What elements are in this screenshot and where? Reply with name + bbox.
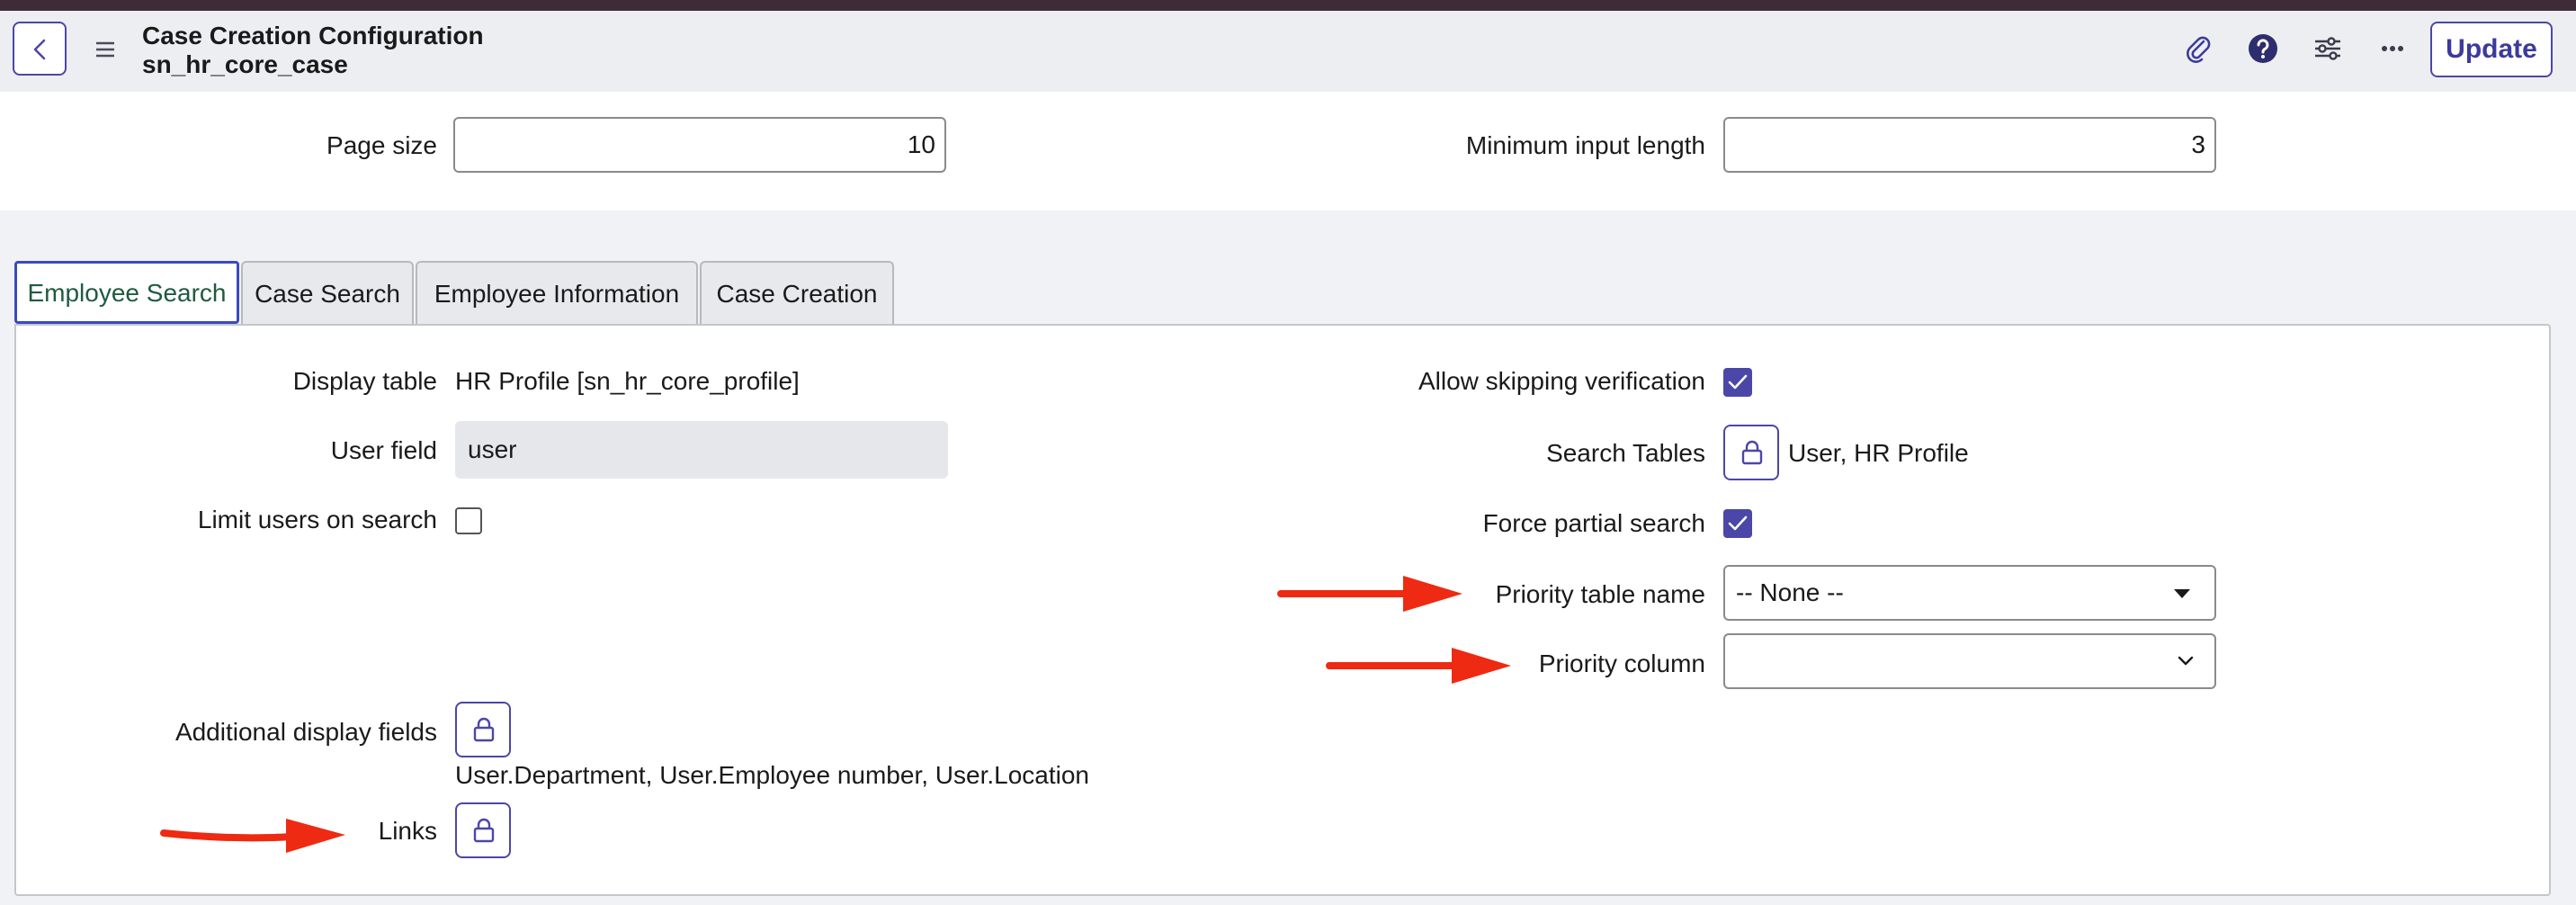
display-table-label: Display table: [292, 367, 437, 395]
min-input-length-label: Minimum input length: [1465, 131, 1705, 159]
annotation-arrow-links: [160, 813, 349, 856]
form-title: Case Creation Configuration: [142, 22, 484, 49]
allow-skipping-verification-checkbox[interactable]: [1723, 368, 1752, 397]
tab-employee-information[interactable]: Employee Information: [416, 261, 698, 324]
allow-skipping-verification-label: Allow skipping verification: [1418, 367, 1705, 395]
min-input-length-input[interactable]: 3: [1723, 117, 2216, 173]
priority-column-select[interactable]: [1723, 633, 2216, 689]
limit-users-label: Limit users on search: [197, 506, 437, 533]
user-field-label: User field: [330, 436, 437, 464]
display-table-value: HR Profile [sn_hr_core_profile]: [455, 367, 800, 395]
back-button[interactable]: [13, 22, 67, 76]
back-icon: [33, 39, 46, 60]
search-tables-lock-button[interactable]: [1723, 425, 1779, 480]
search-tables-value: User, HR Profile: [1788, 439, 1969, 467]
check-icon: [1728, 515, 1748, 531]
lock-icon: [1741, 440, 1763, 465]
priority-table-name-value: -- None --: [1736, 578, 1844, 606]
menu-icon[interactable]: [94, 40, 117, 64]
page-size-label: Page size: [326, 131, 437, 159]
tab-case-creation[interactable]: Case Creation: [700, 261, 894, 324]
more-icon[interactable]: [2376, 32, 2409, 65]
lock-icon: [473, 818, 495, 843]
top-strip: [0, 0, 2576, 11]
check-icon: [1728, 374, 1748, 390]
update-button[interactable]: Update: [2430, 22, 2553, 77]
links-lock-button[interactable]: [455, 802, 511, 858]
additional-display-fields-lock-button[interactable]: [455, 702, 511, 757]
additional-display-fields-label: Additional display fields: [174, 718, 437, 746]
tab-employee-search[interactable]: Employee Search: [14, 261, 239, 324]
annotation-arrow-priority-column: [1326, 644, 1515, 687]
user-field-value: user: [455, 421, 948, 479]
force-partial-search-checkbox[interactable]: [1723, 509, 1752, 538]
additional-display-fields-value: User.Department, User.Employee number, U…: [455, 761, 1090, 789]
paperclip-icon[interactable]: [2182, 32, 2214, 65]
form-table-name: sn_hr_core_case: [142, 50, 348, 78]
lock-icon: [473, 717, 495, 742]
help-icon[interactable]: [2247, 32, 2279, 65]
chevron-down-icon: [2178, 656, 2194, 666]
tab-case-search[interactable]: Case Search: [241, 261, 414, 324]
limit-users-checkbox[interactable]: [455, 507, 482, 534]
page-size-input[interactable]: 10: [453, 117, 946, 173]
sliders-icon[interactable]: [2312, 32, 2344, 65]
annotation-arrow-priority-table: [1277, 572, 1466, 615]
priority-table-name-select[interactable]: -- None --: [1723, 565, 2216, 621]
force-partial-search-label: Force partial search: [1482, 509, 1705, 537]
caret-down-icon: [2174, 589, 2190, 598]
search-tables-label: Search Tables: [1546, 439, 1705, 467]
